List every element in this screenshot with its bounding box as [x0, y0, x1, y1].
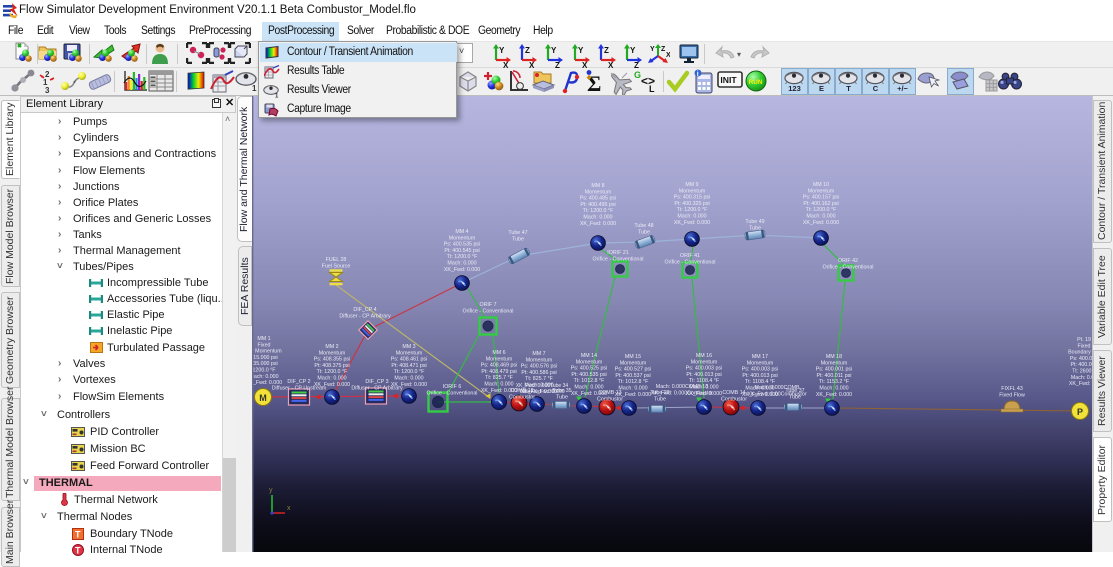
svg-text:G: G	[634, 70, 641, 80]
svg-text:MM 8MomentumPs: 400.485 psiPt:: MM 8MomentumPs: 400.485 psiPt: 400.495 p…	[580, 183, 617, 227]
svg-text:T: T	[75, 546, 81, 556]
svg-text:Y: Y	[499, 46, 505, 55]
svg-text:COMB 13Combustor: COMB 13Combustor	[597, 390, 623, 402]
svg-text:INIT: INIT	[720, 75, 737, 85]
svg-text:Mach: 0.000COMBXK_Fwd: 0.00Com: Mach: 0.000COMBXK_Fwd: 0.00Combustor	[747, 385, 806, 397]
svg-text:L: L	[649, 84, 655, 93]
svg-text:Z: Z	[604, 46, 609, 55]
svg-text:Y: Y	[630, 46, 636, 55]
svg-text:y: y	[269, 487, 273, 494]
svg-text:M: M	[259, 393, 267, 403]
svg-text:MM 3MomentumPs: 408.461 psiPt:: MM 3MomentumPs: 408.461 psiPt: 408.471 p…	[391, 344, 428, 388]
svg-text:X: X	[582, 61, 588, 68]
svg-text:Y: Y	[650, 46, 655, 53]
svg-text:FIXFL 43Fixed Flow: FIXFL 43Fixed Flow	[999, 386, 1025, 398]
svg-text:1: 1	[275, 94, 279, 98]
svg-text:X: X	[529, 61, 535, 68]
svg-text:COMB 14Combustor: COMB 14Combustor	[721, 390, 747, 402]
svg-text:MM 4MomentumPs: 400.535 psiPt:: MM 4MomentumPs: 400.535 psiPt: 400.545 p…	[444, 229, 481, 273]
svg-text:MM 10MomentumPs: 400.157 psiPt: MM 10MomentumPs: 400.157 psiPt: 400.162 …	[803, 182, 840, 226]
svg-text:Mach: 0.000COMB 13XK_Fwd: 0.00: Mach: 0.000COMB 13XK_Fwd: 0.000Combustor	[651, 384, 713, 396]
svg-text:Y: Y	[578, 46, 584, 55]
svg-text:MM 18MomentumPs: 400.001 psiPt: MM 18MomentumPs: 400.001 psiPt: 400.011 …	[816, 354, 853, 398]
svg-text:Z: Z	[555, 61, 560, 68]
svg-text:X: X	[608, 61, 614, 68]
svg-text:P: P	[1077, 407, 1083, 417]
svg-text:Z: Z	[634, 61, 639, 68]
svg-text:XK_Fwd: 0.000Tube 34TubeXK_Fwd: XK_Fwd: 0.000Tube 34TubeXK_Fwd: 0.000	[516, 383, 569, 395]
svg-text:i: i	[697, 71, 699, 78]
svg-text:X: X	[503, 61, 509, 68]
svg-text:RUN: RUN	[749, 79, 763, 86]
svg-text:MM 2MomentumPs: 408.355 psiPt:: MM 2MomentumPs: 408.355 psiPt: 408.375 p…	[314, 344, 351, 388]
svg-text:Y: Y	[551, 46, 557, 55]
svg-text:T: T	[75, 530, 81, 540]
svg-text:MM 9MomentumPs: 400.315 psiPt:: MM 9MomentumPs: 400.315 psiPt: 400.325 p…	[674, 182, 711, 226]
svg-text:Z: Z	[525, 46, 530, 55]
svg-text:X: X	[666, 52, 670, 59]
svg-text:FUEL 28Fuel Source: FUEL 28Fuel Source	[322, 257, 351, 269]
svg-text:x: x	[287, 505, 291, 512]
svg-text:3: 3	[45, 86, 50, 93]
svg-text:1: 1	[252, 84, 257, 92]
